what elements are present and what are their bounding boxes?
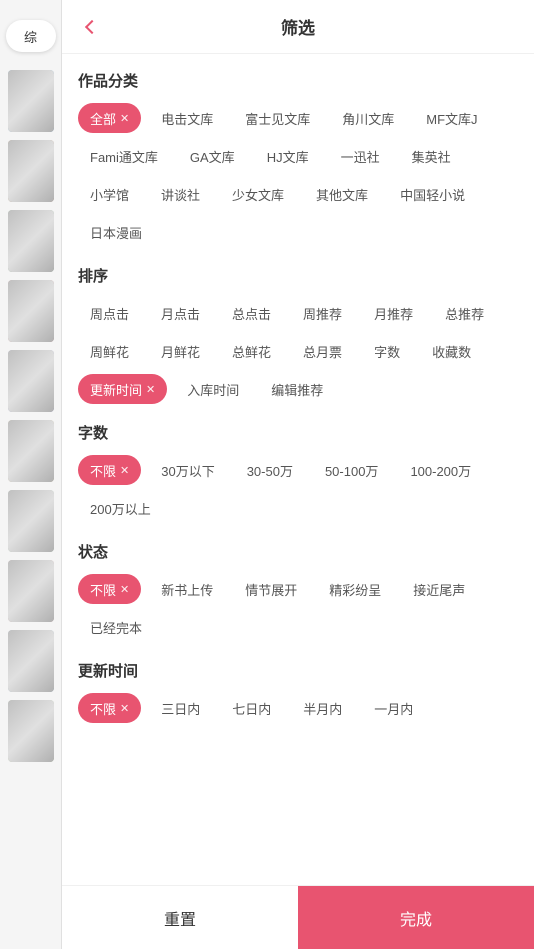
tag-total-flower[interactable]: 总鲜花: [220, 336, 283, 366]
close-icon: ✕: [146, 383, 155, 396]
tag-hj[interactable]: HJ文库: [255, 141, 321, 171]
section-wordcount: 字数 不限 ✕ 30万以下 30-50万 50-100万 100-200万 20…: [78, 422, 518, 523]
section-title-sort: 排序: [78, 265, 518, 286]
tag-shueisha[interactable]: 集英社: [400, 141, 463, 171]
tag-monthly-recommend[interactable]: 月推荐: [362, 298, 425, 328]
tag-total-recommend[interactable]: 总推荐: [433, 298, 496, 328]
tag-wc-unlimited[interactable]: 不限 ✕: [78, 455, 141, 485]
tag-manga[interactable]: 日本漫画: [78, 217, 154, 247]
header: 筛选: [62, 0, 534, 54]
tag-monthly-flower[interactable]: 月鲜花: [149, 336, 212, 366]
filter-content: 作品分类 全部 ✕ 电击文库 富士见文库 角川文库 MF文库J Fami通文库 …: [62, 54, 534, 885]
tag-status-newbook[interactable]: 新书上传: [149, 574, 225, 604]
sidebar-covers: [8, 70, 54, 762]
tag-weekly-flower[interactable]: 周鲜花: [78, 336, 141, 366]
tag-ichijin[interactable]: 一迅社: [329, 141, 392, 171]
tag-fujimi[interactable]: 富士见文库: [233, 103, 322, 133]
close-icon: ✕: [120, 464, 129, 477]
tag-weekly-recommend[interactable]: 周推荐: [291, 298, 354, 328]
tag-status-plot[interactable]: 情节展开: [233, 574, 309, 604]
cover-2: [8, 140, 54, 202]
tag-favorites[interactable]: 收藏数: [420, 336, 483, 366]
tag-total-click[interactable]: 总点击: [220, 298, 283, 328]
tag-shoujo[interactable]: 少女文库: [220, 179, 296, 209]
tag-wordcount-sort[interactable]: 字数: [362, 336, 412, 366]
section-update-time: 更新时间 不限 ✕ 三日内 七日内 半月内 一月内: [78, 660, 518, 723]
section-sort: 排序 周点击 月点击 总点击 周推荐 月推荐 总推荐 周鲜花 月鲜花 总鲜花 总…: [78, 265, 518, 404]
sidebar: 综: [0, 0, 62, 949]
page-title: 筛选: [281, 14, 315, 39]
close-icon: ✕: [120, 112, 129, 125]
back-icon: [85, 19, 99, 33]
tag-wc-over200[interactable]: 200万以上: [78, 493, 163, 523]
back-button[interactable]: [76, 11, 108, 43]
tag-fami[interactable]: Fami通文库: [78, 141, 170, 171]
tag-status-unlimited[interactable]: 不限 ✕: [78, 574, 141, 604]
tag-kadokawa[interactable]: 角川文库: [330, 103, 406, 133]
tags-category: 全部 ✕ 电击文库 富士见文库 角川文库 MF文库J Fami通文库 GA文库 …: [78, 103, 518, 247]
tags-wordcount: 不限 ✕ 30万以下 30-50万 50-100万 100-200万 200万以…: [78, 455, 518, 523]
tag-add-time[interactable]: 入库时间: [175, 374, 251, 404]
tag-status-complete[interactable]: 已经完本: [78, 612, 154, 642]
tag-chinese[interactable]: 中国轻小说: [388, 179, 477, 209]
tag-wc-50-100[interactable]: 50-100万: [313, 455, 390, 485]
tag-shogakukan[interactable]: 小学馆: [78, 179, 141, 209]
cover-8: [8, 560, 54, 622]
cover-1: [8, 70, 54, 132]
section-title-status: 状态: [78, 541, 518, 562]
tag-kodansha[interactable]: 讲谈社: [149, 179, 212, 209]
tag-ga[interactable]: GA文库: [178, 141, 247, 171]
tag-all[interactable]: 全部 ✕: [78, 103, 141, 133]
cover-7: [8, 490, 54, 552]
tag-editor-recommend[interactable]: 编辑推荐: [259, 374, 335, 404]
reset-button[interactable]: 重置: [62, 886, 298, 949]
tags-status: 不限 ✕ 新书上传 情节展开 精彩纷呈 接近尾声 已经完本: [78, 574, 518, 642]
cover-4: [8, 280, 54, 342]
tag-time-1month[interactable]: 一月内: [362, 693, 425, 723]
sidebar-tab-all[interactable]: 综: [6, 20, 56, 52]
tag-dianji[interactable]: 电击文库: [149, 103, 225, 133]
close-icon: ✕: [120, 702, 129, 715]
tag-update-time-sort[interactable]: 更新时间 ✕: [78, 374, 167, 404]
cover-10: [8, 700, 54, 762]
tag-wc-under30[interactable]: 30万以下: [149, 455, 226, 485]
tag-other[interactable]: 其他文库: [304, 179, 380, 209]
tag-status-exciting[interactable]: 精彩纷呈: [317, 574, 393, 604]
tag-mf[interactable]: MF文库J: [414, 103, 489, 133]
filter-panel: 筛选 作品分类 全部 ✕ 电击文库 富士见文库 角川文库 MF文库J Fami通…: [62, 0, 534, 949]
section-title-category: 作品分类: [78, 70, 518, 91]
tag-time-unlimited[interactable]: 不限 ✕: [78, 693, 141, 723]
tags-update-time: 不限 ✕ 三日内 七日内 半月内 一月内: [78, 693, 518, 723]
section-title-update-time: 更新时间: [78, 660, 518, 681]
confirm-button[interactable]: 完成: [298, 886, 534, 949]
tag-monthly-click[interactable]: 月点击: [149, 298, 212, 328]
tag-wc-30-50[interactable]: 30-50万: [235, 455, 305, 485]
tag-weekly-click[interactable]: 周点击: [78, 298, 141, 328]
tag-time-3days[interactable]: 三日内: [149, 693, 212, 723]
section-category: 作品分类 全部 ✕ 电击文库 富士见文库 角川文库 MF文库J Fami通文库 …: [78, 70, 518, 247]
section-status: 状态 不限 ✕ 新书上传 情节展开 精彩纷呈 接近尾声 已经完本: [78, 541, 518, 642]
footer: 重置 完成: [62, 885, 534, 949]
cover-6: [8, 420, 54, 482]
cover-5: [8, 350, 54, 412]
tag-wc-100-200[interactable]: 100-200万: [398, 455, 483, 485]
tag-monthly-ticket[interactable]: 总月票: [291, 336, 354, 366]
cover-9: [8, 630, 54, 692]
cover-3: [8, 210, 54, 272]
close-icon: ✕: [120, 583, 129, 596]
section-title-wordcount: 字数: [78, 422, 518, 443]
tag-status-ending[interactable]: 接近尾声: [401, 574, 477, 604]
tag-time-7days[interactable]: 七日内: [220, 693, 283, 723]
tags-sort: 周点击 月点击 总点击 周推荐 月推荐 总推荐 周鲜花 月鲜花 总鲜花 总月票 …: [78, 298, 518, 404]
tag-time-halfmonth[interactable]: 半月内: [291, 693, 354, 723]
